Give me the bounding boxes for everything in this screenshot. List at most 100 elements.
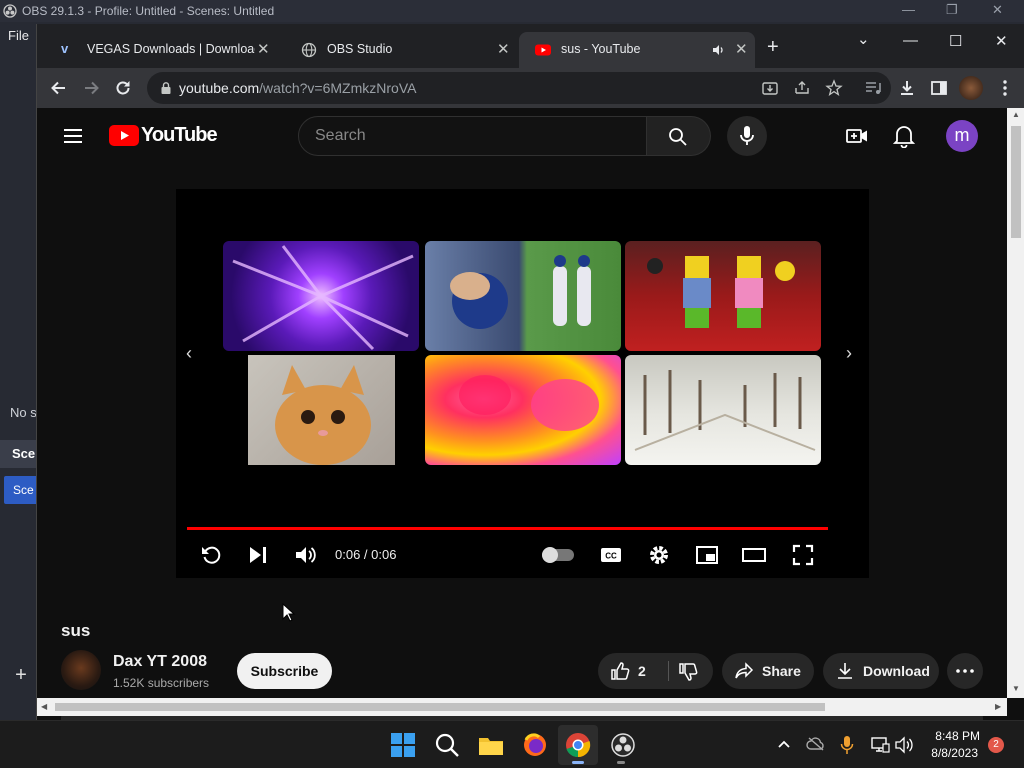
address-bar[interactable]: youtube.com/watch?v=6MZmkzNroVA [147, 72, 891, 104]
chrome-taskbar-item-active[interactable] [558, 725, 598, 765]
tab-close-icon[interactable]: ✕ [257, 40, 270, 58]
clock-time[interactable]: 8:48 PM [924, 729, 980, 743]
obs-taskbar-icon[interactable] [609, 731, 637, 759]
subscribe-button[interactable]: Subscribe [237, 653, 332, 689]
more-actions-button[interactable] [947, 653, 983, 689]
globe-icon [301, 42, 317, 58]
volume-icon[interactable] [293, 543, 317, 567]
reload-icon[interactable] [113, 78, 133, 98]
maximize-button[interactable]: ☐ [949, 32, 962, 50]
scrollbar-thumb[interactable] [55, 703, 825, 711]
fullscreen-icon[interactable] [791, 543, 815, 567]
downloads-icon[interactable] [897, 78, 917, 98]
obs-titlebar: OBS 29.1.3 - Profile: Untitled - Scenes:… [0, 0, 1024, 22]
speaker-volume-icon[interactable] [894, 736, 914, 754]
obs-close-button[interactable]: ✕ [992, 2, 1003, 18]
share-button[interactable]: Share [722, 653, 814, 689]
chevron-right-icon[interactable]: › [846, 343, 852, 364]
voice-search-button[interactable] [727, 116, 767, 156]
forward-arrow-icon[interactable] [81, 78, 101, 98]
scroll-up-icon[interactable]: ▲ [1012, 110, 1020, 119]
file-explorer-icon[interactable] [477, 731, 505, 759]
download-arrow-icon [838, 663, 852, 679]
lock-icon[interactable] [159, 81, 173, 95]
chevron-up-icon[interactable] [777, 739, 791, 749]
tab-youtube[interactable]: sus - YouTube ✕ [519, 32, 755, 68]
autoplay-toggle[interactable] [542, 547, 574, 563]
firefox-icon[interactable] [521, 731, 549, 759]
notification-badge[interactable]: 2 [988, 737, 1004, 753]
tab-label: VEGAS Downloads | Download i [87, 42, 255, 56]
url-host: youtube.com [179, 80, 260, 96]
windows-start-icon[interactable] [389, 731, 417, 759]
autoplay-knob [542, 547, 558, 563]
scroll-down-icon[interactable]: ▼ [1012, 684, 1020, 693]
bookmark-star-icon[interactable] [825, 79, 843, 97]
end-screen-thumbnail[interactable] [223, 241, 419, 351]
like-count: 2 [638, 663, 646, 679]
tab-obs-studio[interactable]: OBS Studio ✕ [285, 32, 519, 68]
audio-playing-icon[interactable] [712, 44, 726, 56]
vertical-scrollbar[interactable]: ▲ ▼ [1007, 108, 1024, 698]
hamburger-menu-icon[interactable] [63, 128, 83, 144]
closed-captions-icon[interactable]: CC [599, 543, 623, 567]
thumbnail-image [459, 375, 599, 431]
tab-vegas[interactable]: v VEGAS Downloads | Download i ✕ [45, 32, 285, 68]
tab-search-chevron-down-icon[interactable]: ⌄ [857, 30, 870, 48]
youtube-header: YouTube m [37, 108, 1007, 164]
create-video-icon[interactable] [845, 124, 869, 148]
back-arrow-icon[interactable] [49, 78, 69, 98]
onedrive-cloud-icon[interactable] [806, 736, 826, 752]
scrollbar-thumb[interactable] [1011, 126, 1021, 238]
profile-avatar[interactable] [959, 76, 983, 100]
tab-close-icon[interactable]: ✕ [497, 40, 510, 58]
share-page-icon[interactable] [793, 79, 811, 97]
new-tab-button[interactable]: + [767, 36, 779, 59]
side-panel-icon[interactable] [929, 78, 949, 98]
obs-scene-item[interactable]: Sce [4, 476, 40, 504]
share-arrow-icon [735, 662, 754, 679]
miniplayer-icon[interactable] [695, 543, 719, 567]
end-screen-thumbnail[interactable] [248, 355, 395, 465]
network-icon[interactable] [870, 736, 890, 754]
channel-name[interactable]: Dax YT 2008 [113, 653, 207, 671]
more-menu-icon[interactable] [995, 78, 1015, 98]
chevron-left-icon[interactable]: ‹ [186, 343, 192, 364]
search-icon[interactable] [433, 731, 461, 759]
obs-restore-button[interactable]: ❐ [946, 2, 958, 18]
tab-close-icon[interactable]: ✕ [735, 40, 748, 58]
channel-avatar[interactable] [61, 650, 101, 690]
replay-icon[interactable] [199, 543, 223, 567]
end-screen-thumbnail[interactable] [625, 355, 821, 465]
thumbs-down-icon[interactable] [678, 662, 698, 682]
close-button[interactable]: ✕ [995, 32, 1008, 50]
youtube-play-logo-icon [109, 125, 139, 146]
progress-bar[interactable] [187, 527, 828, 530]
scroll-left-icon[interactable]: ◀ [41, 702, 47, 711]
install-app-icon[interactable] [761, 79, 779, 97]
microphone-in-use-icon[interactable] [840, 735, 854, 755]
obs-title-text: OBS 29.1.3 - Profile: Untitled - Scenes:… [22, 4, 275, 18]
end-screen-thumbnail[interactable] [625, 241, 821, 351]
end-screen-thumbnail[interactable] [425, 355, 621, 465]
minimize-button[interactable]: — [903, 32, 918, 49]
next-video-icon[interactable] [246, 543, 270, 567]
search-button[interactable] [647, 116, 711, 156]
search-input[interactable] [299, 117, 646, 155]
obs-minimize-button[interactable]: — [902, 2, 915, 17]
video-player[interactable]: ‹ › 0:06 / 0:06 CC [176, 189, 869, 578]
obs-menu-file[interactable]: File [8, 28, 29, 43]
media-controls-icon[interactable] [863, 78, 883, 98]
account-avatar[interactable]: m [946, 120, 978, 152]
notifications-bell-icon[interactable] [893, 124, 915, 148]
theater-mode-icon[interactable] [742, 543, 766, 567]
settings-gear-icon[interactable] [647, 543, 671, 567]
obs-add-scene-button[interactable]: + [8, 664, 34, 688]
clock-date[interactable]: 8/8/2023 [920, 746, 978, 760]
end-screen-thumbnail[interactable] [425, 241, 621, 351]
like-button[interactable]: 2 [598, 653, 668, 689]
more-horizontal-icon [956, 669, 974, 673]
scroll-right-icon[interactable]: ▶ [995, 702, 1001, 711]
horizontal-scrollbar[interactable]: ◀ ▶ [37, 698, 1007, 716]
download-button[interactable]: Download [823, 653, 939, 689]
